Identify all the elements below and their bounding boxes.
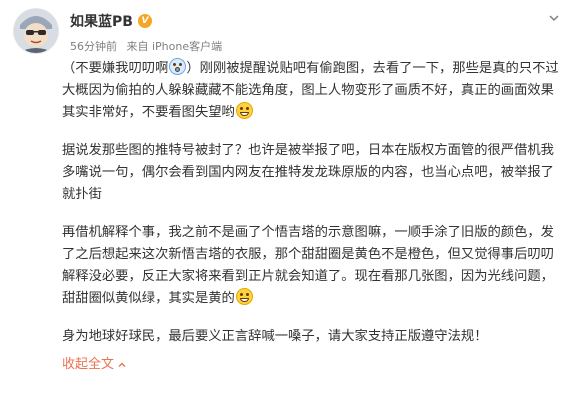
paragraph-1: （不要嫌我叨叨啊 ）刚刚被提醒说贴吧有偷跑图，去看了一下，那些是真的只不过大概因为… [62, 58, 560, 124]
paragraph-4: 身为地球好球民，最后要义正言辞喊一嗓子，请大家支持正版遵守法规！ [62, 329, 488, 344]
collapse-full-text-link[interactable]: 收起全文 [62, 354, 127, 376]
collapse-label: 收起全文 [62, 357, 115, 372]
post-meta: 56分钟前 来自 iPhone客户端 [70, 38, 228, 54]
chevron-up-icon [118, 362, 126, 367]
grin-emoji-icon [235, 288, 253, 305]
embarrassed-emoji-icon [169, 58, 187, 75]
paragraph-3-text: 再借机解释个事，我之前不是画了个悟吉塔的示意图嘛，一顺手涂了旧版的颜色，发了之后… [62, 225, 554, 306]
paragraph-3: 再借机解释个事，我之前不是画了个悟吉塔的示意图嘛，一顺手涂了旧版的颜色，发了之后… [62, 222, 560, 310]
chevron-down-icon[interactable] [548, 12, 560, 24]
grin-emoji-icon [235, 102, 253, 119]
verified-badge-icon: V [137, 14, 152, 28]
post-time[interactable]: 56分钟前 [70, 40, 117, 53]
post-source: 来自 iPhone客户端 [126, 40, 223, 53]
paragraph-1-start: （不要嫌我叨叨啊 [62, 61, 169, 76]
paragraph-2: 据说发那些图的推特号被封了？也许是被举报了吧，日本在版权方面管的很严借机我多嘴说… [62, 143, 554, 202]
author-name[interactable]: 如果蓝PB [70, 11, 133, 31]
author-name-row: 如果蓝PB V [70, 11, 152, 31]
avatar[interactable] [14, 9, 58, 53]
post-content: （不要嫌我叨叨啊 ）刚刚被提醒说贴吧有偷跑图，去看了一下，那些是真的只不过大概因为… [62, 58, 560, 376]
post-header: 如果蓝PB V 56分钟前 来自 iPhone客户端 [14, 9, 560, 57]
